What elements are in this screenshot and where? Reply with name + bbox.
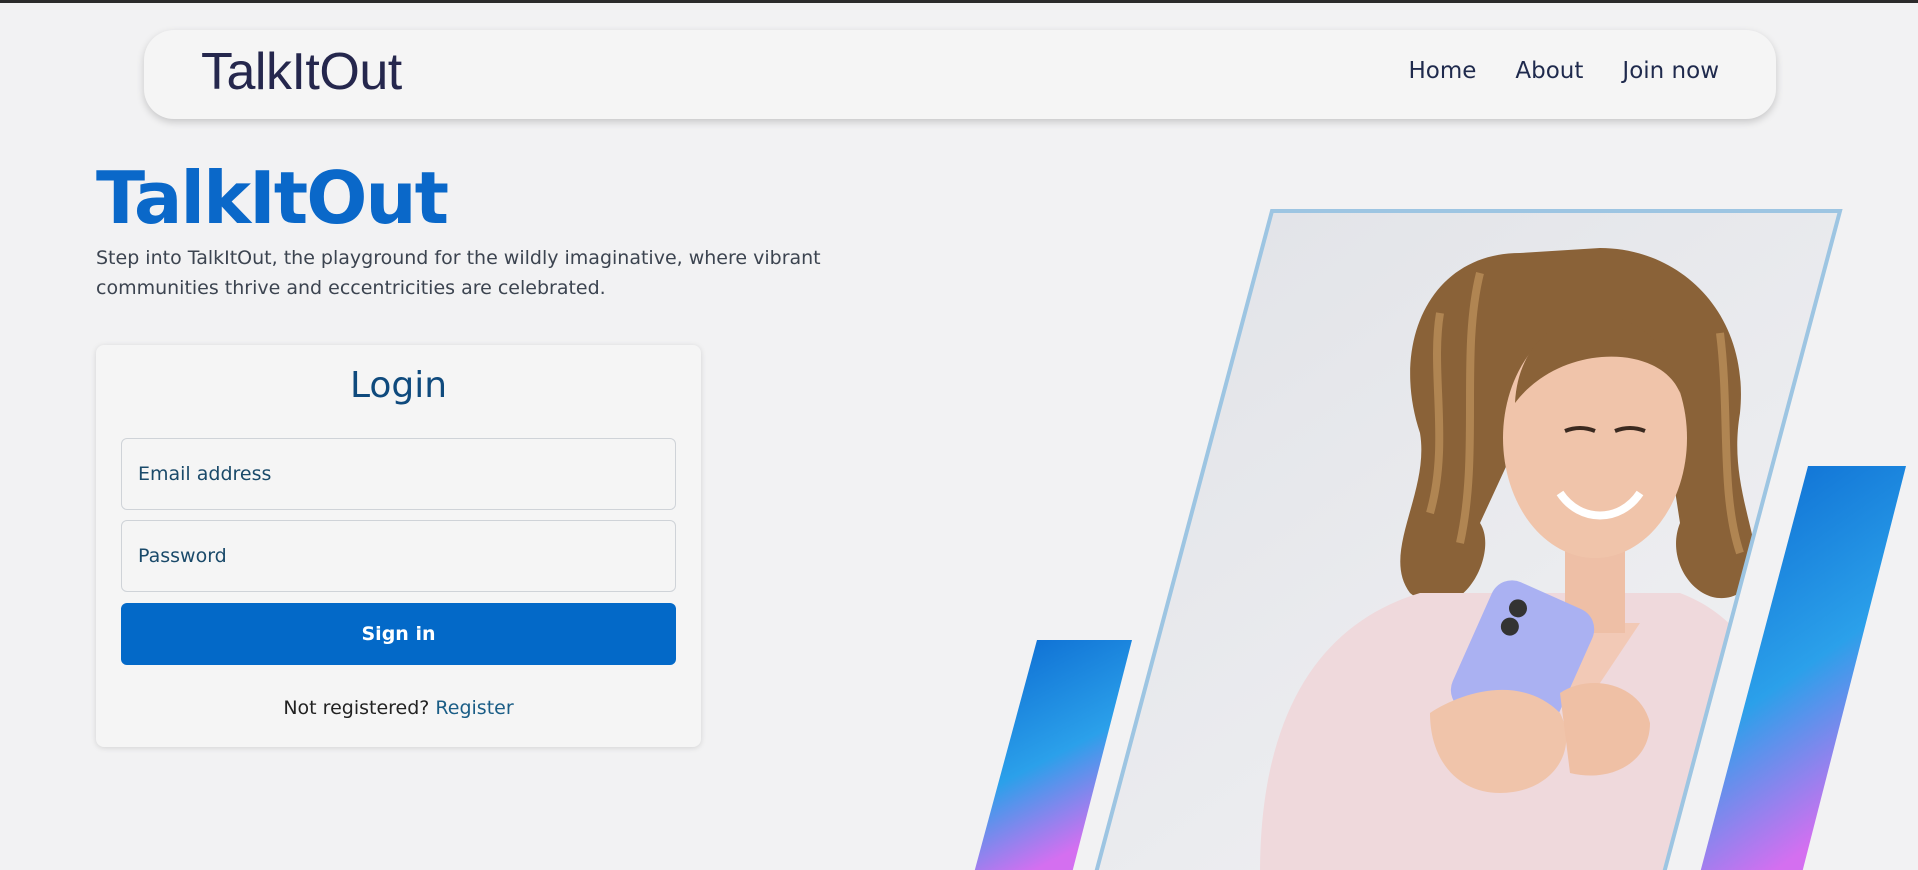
top-navbar: TalkItOut Home About Join now [144, 30, 1776, 119]
nav-link-about[interactable]: About [1515, 58, 1583, 84]
password-input[interactable] [121, 520, 676, 592]
hero-description: Step into TalkItOut, the playground for … [96, 247, 821, 299]
email-input[interactable] [121, 438, 676, 510]
hero-illustration [974, 209, 1906, 870]
register-link[interactable]: Register [435, 697, 513, 719]
login-title: Login [349, 365, 448, 406]
not-registered-text: Not registered? [283, 697, 430, 719]
nav-links: Home About Join now [1408, 58, 1719, 84]
nav-link-home[interactable]: Home [1408, 58, 1476, 84]
register-prompt: Not registered? Register [96, 697, 701, 719]
login-card: Login Sign in Not registered? Register [96, 345, 701, 747]
hero-title: TalkItOut [96, 156, 449, 240]
sign-in-button[interactable]: Sign in [121, 603, 676, 665]
brand-logo[interactable]: TalkItOut [201, 42, 402, 102]
nav-link-join-now[interactable]: Join now [1622, 58, 1719, 84]
